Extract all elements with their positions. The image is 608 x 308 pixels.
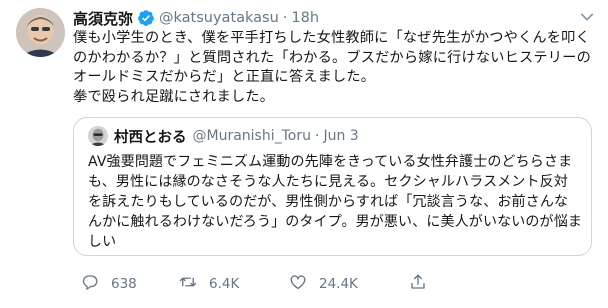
- tweet: 高須克弥 @katsuyatakasu · 18h 僕も小学生のとき、僕を平手打…: [0, 0, 608, 308]
- share-button[interactable]: [409, 273, 439, 295]
- quoted-author-handle: @Muranishi_Toru: [192, 128, 311, 144]
- tweet-timestamp[interactable]: 18h: [291, 10, 319, 26]
- retweet-button[interactable]: 6.4K: [179, 273, 239, 295]
- tweet-header: 高須克弥 @katsuyatakasu · 18h: [73, 8, 319, 28]
- chevron-down-icon[interactable]: [578, 8, 596, 26]
- tweet-actions: 638 6.4K 24.4K: [73, 273, 593, 295]
- quoted-tweet-text: AV強要問題でフェミニズム運動の先陣をきっている女性弁護士のどちらさまも、男性に…: [88, 154, 582, 250]
- author-name[interactable]: 高須克弥: [73, 8, 133, 29]
- reply-button[interactable]: 638: [81, 273, 137, 295]
- quoted-author-name: 村西とおる: [114, 129, 187, 146]
- like-count: 24.4K: [319, 276, 358, 292]
- retweet-icon: [179, 273, 209, 295]
- tweet-text: 僕も小学生のとき、僕を平手打ちした女性教師に「なぜ先生がかつやくんを叩くのかわか…: [73, 30, 591, 105]
- quoted-tweet-header: 村西とおる @Muranishi_Toru · Jun 3: [88, 126, 359, 146]
- author-avatar[interactable]: [16, 8, 65, 57]
- quoted-tweet-timestamp: Jun 3: [323, 128, 359, 144]
- verified-badge-icon: [137, 9, 155, 27]
- separator-dot: ·: [314, 128, 320, 144]
- like-icon: [289, 273, 319, 295]
- reply-icon: [81, 273, 111, 295]
- reply-count: 638: [111, 276, 137, 292]
- quoted-author-avatar: [88, 126, 108, 146]
- like-button[interactable]: 24.4K: [289, 273, 358, 295]
- quoted-tweet[interactable]: 村西とおる @Muranishi_Toru · Jun 3 AV強要問題でフェミ…: [73, 117, 592, 256]
- separator-dot: ·: [282, 10, 288, 26]
- share-icon: [409, 273, 439, 295]
- retweet-count: 6.4K: [209, 276, 240, 292]
- author-handle[interactable]: @katsuyatakasu: [159, 10, 279, 26]
